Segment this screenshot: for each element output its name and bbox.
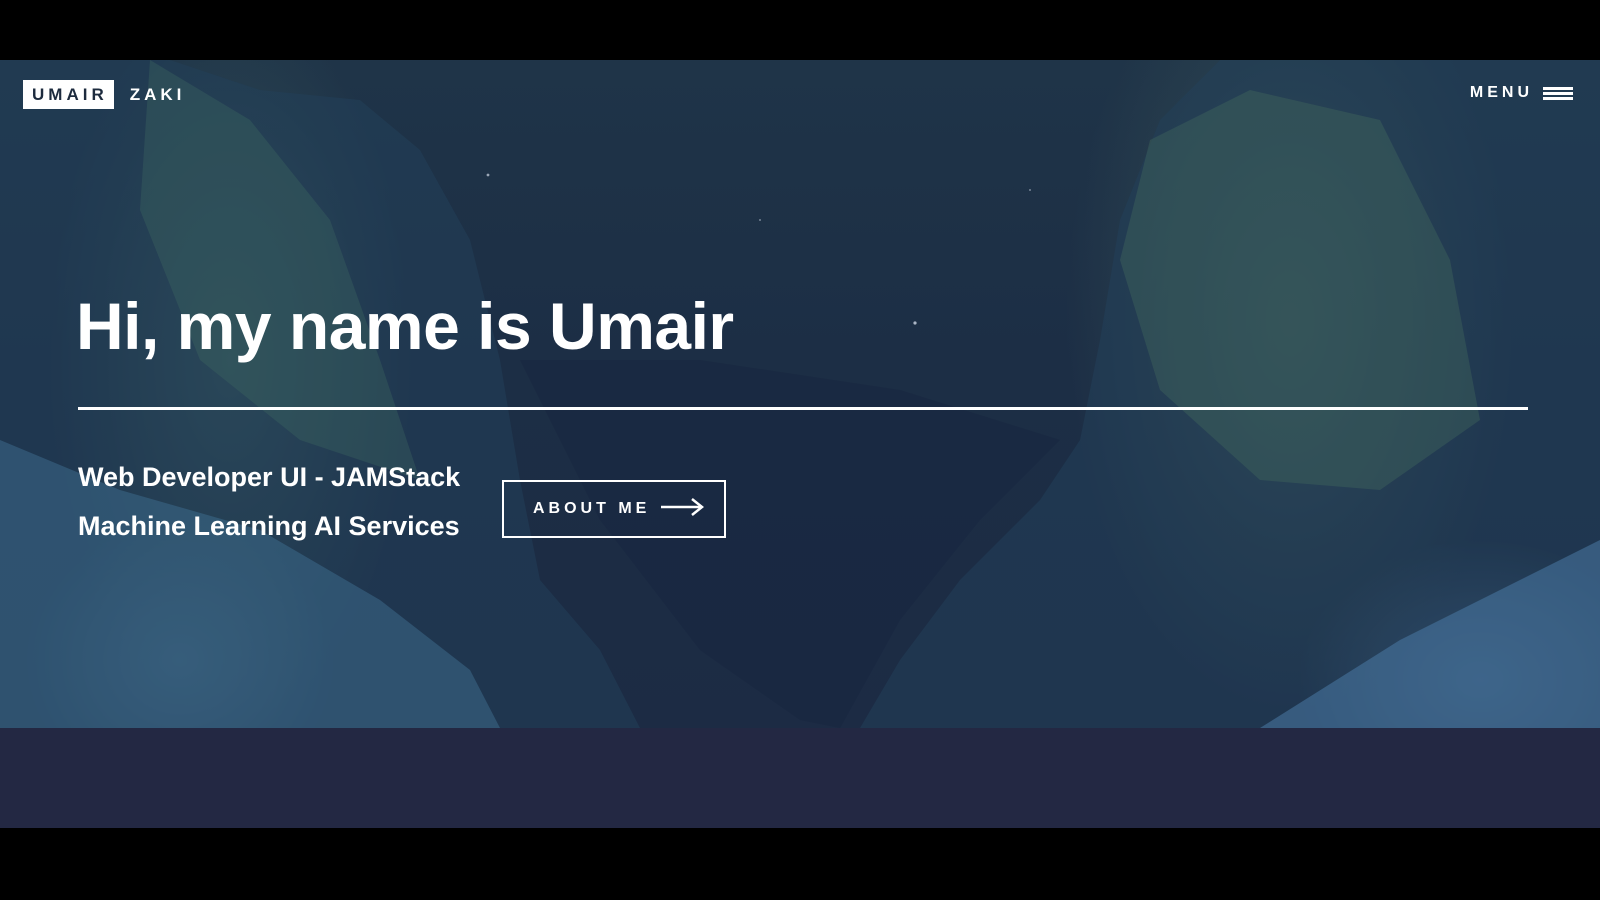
logo-last-name: ZAKI [129,84,186,104]
tagline-web-developer: Web Developer UI - JAMStack [78,462,461,492]
hero-headline: Hi, my name is Umair [76,289,734,363]
letterbox-bottom [0,828,1600,900]
about-me-label: ABOUT ME [533,500,651,517]
mountain-background-image [0,60,1600,728]
hero-taglines: Web Developer UI - JAMStack Machine Lear… [78,460,460,558]
site-logo[interactable]: UMAIR ZAKI [23,80,185,109]
tagline-machine-learning: Machine Learning AI Services [78,511,460,541]
menu-label: MENU [1469,84,1533,101]
about-me-button[interactable]: ABOUT ME [502,480,726,538]
hamburger-menu-icon [1543,85,1573,101]
arrow-right-icon [660,497,705,522]
menu-button[interactable]: MENU [1470,84,1573,102]
hero-divider [78,407,1528,410]
content-band [0,728,1600,828]
logo-first-name: UMAIR [23,80,114,109]
hero-section: UMAIR ZAKI MENU Hi, my name is Umair Web… [0,60,1600,728]
letterbox-top [0,0,1600,60]
